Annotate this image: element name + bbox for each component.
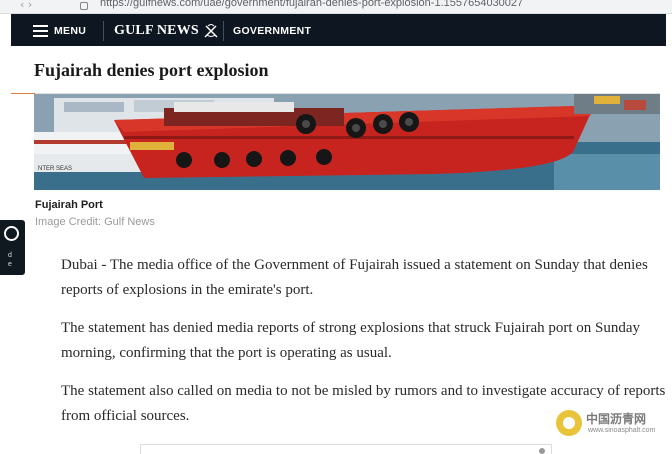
ring-icon [4, 226, 19, 241]
sinoasphalt-logo-icon [556, 410, 582, 436]
logo-text: GULF NEWS [114, 23, 199, 38]
embedded-content-box[interactable] [140, 444, 552, 454]
image-caption: Fujairah Port [35, 199, 103, 211]
lock-icon [80, 2, 88, 10]
hero-image-ship: NTER SEAS [34, 94, 660, 190]
site-header: MENU GULF NEWS GOVERNMENT [11, 14, 666, 46]
menu-button[interactable]: MENU [33, 21, 86, 41]
info-icon[interactable] [539, 448, 545, 454]
header-divider [223, 21, 224, 41]
hamburger-icon [33, 25, 48, 37]
widget-mark: d [8, 252, 12, 259]
side-share-widget[interactable]: d e [0, 220, 25, 275]
svg-text:NTER SEAS: NTER SEAS [38, 166, 72, 172]
browser-address-bar[interactable]: ‹ › https://gulfnews.com/uae/government/… [0, 0, 672, 14]
watermark-url: www.sinoasphalt.com [588, 427, 656, 434]
gulf-news-logo[interactable]: GULF NEWS [114, 21, 219, 41]
url-text[interactable]: https://gulfnews.com/uae/government/fuja… [100, 0, 523, 9]
header-divider [103, 21, 104, 41]
watermark: 中国沥青网 www.sinoasphalt.com [556, 410, 668, 438]
menu-label: MENU [54, 25, 87, 37]
section-link-government[interactable]: GOVERNMENT [233, 25, 311, 37]
article-paragraph: The statement has denied media reports o… [61, 320, 641, 361]
article-paragraph: Dubai - The media office of the Governme… [61, 257, 648, 298]
image-credit: Image Credit: Gulf News [35, 216, 155, 228]
accent-divider [11, 93, 35, 94]
browser-nav-arrows-icon[interactable]: ‹ › [20, 0, 32, 11]
article-headline: Fujairah denies port explosion [34, 60, 269, 80]
watermark-name: 中国沥青网 [586, 412, 647, 426]
swords-emblem-icon [204, 24, 218, 38]
widget-mark: e [8, 261, 12, 268]
